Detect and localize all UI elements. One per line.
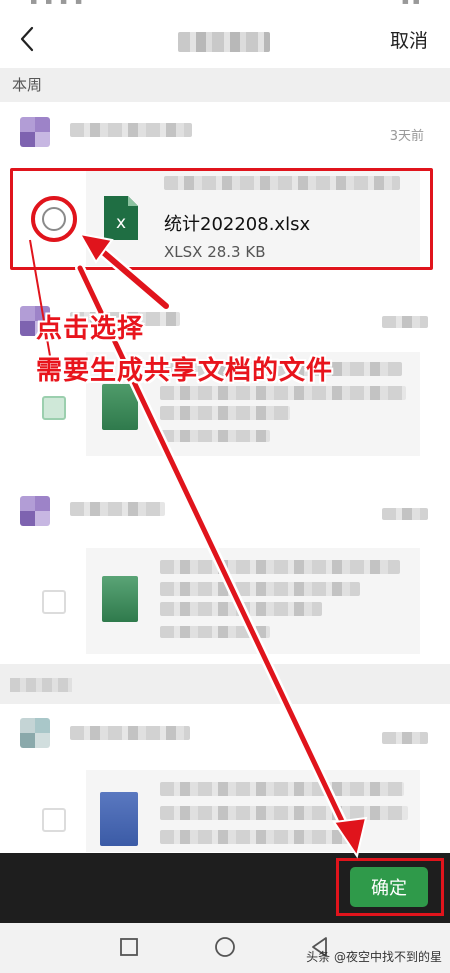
- message-time-redacted: [382, 316, 428, 328]
- message-text-redacted: [160, 386, 406, 400]
- message-text-redacted: [160, 582, 360, 596]
- file-name-redacted: [160, 406, 290, 420]
- avatar: [20, 117, 50, 147]
- file-meta-redacted: [160, 430, 270, 442]
- excel-file-icon: [102, 576, 138, 622]
- status-icons-left: ▪ ▪ ▪ ▪: [30, 0, 85, 7]
- message-text-redacted: [160, 782, 404, 796]
- message-time-redacted: [382, 732, 428, 744]
- header: 取消: [0, 10, 450, 68]
- sender-name-redacted: [70, 123, 192, 137]
- message-text-redacted: [160, 560, 400, 574]
- word-file-icon: [100, 792, 138, 846]
- chevron-left-icon: [20, 26, 34, 52]
- circle-icon: [215, 937, 235, 957]
- page-title-redacted: [178, 32, 270, 52]
- select-radio[interactable]: [42, 396, 66, 420]
- select-radio[interactable]: [42, 808, 66, 832]
- avatar: [20, 496, 50, 526]
- sender-name-redacted: [70, 502, 165, 516]
- annotation-text-line2: 需要生成共享文档的文件: [36, 356, 334, 386]
- sender-name-redacted: [70, 726, 190, 740]
- section-label-redacted: [0, 664, 450, 704]
- file-name-redacted: [160, 830, 360, 844]
- highlight-ring-radio: [31, 196, 77, 242]
- home-button[interactable]: [213, 935, 237, 959]
- square-icon: [120, 938, 138, 956]
- watermark-text: 头条 @夜空中找不到的星: [306, 950, 442, 964]
- select-radio[interactable]: [42, 590, 66, 614]
- status-icons-right: ▪ ▪: [401, 0, 420, 7]
- cancel-button[interactable]: 取消: [390, 26, 428, 53]
- file-meta-redacted: [160, 626, 270, 638]
- section-label-text-redacted: [10, 678, 72, 692]
- status-bar: ▪ ▪ ▪ ▪ ▪ ▪: [0, 0, 450, 10]
- file-name-redacted: [160, 602, 322, 616]
- message-text-redacted: [160, 806, 408, 820]
- message-time-redacted: [382, 508, 428, 520]
- recent-apps-button[interactable]: [117, 935, 141, 959]
- highlight-box-confirm: [336, 858, 444, 916]
- avatar: [20, 718, 50, 748]
- message-time: 3天前: [389, 129, 424, 144]
- annotation-text-line1: 点击选择: [36, 314, 145, 344]
- excel-file-icon: [102, 384, 138, 430]
- section-label-this-week: 本周: [0, 68, 450, 102]
- back-button[interactable]: [12, 22, 42, 56]
